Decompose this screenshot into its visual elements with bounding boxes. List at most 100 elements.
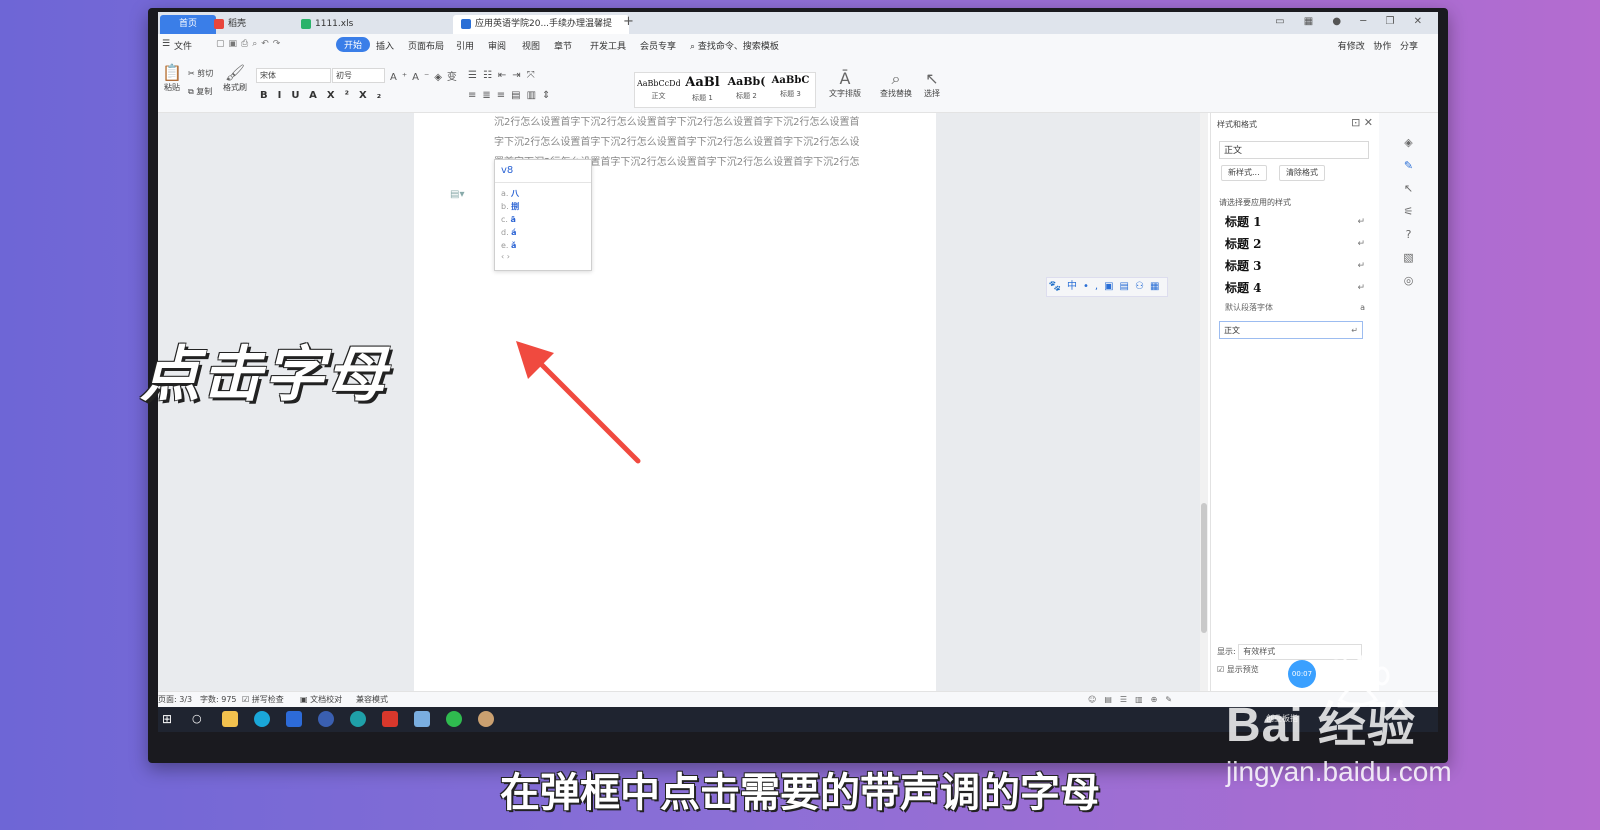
help-icon[interactable]: ?	[1379, 223, 1438, 246]
candidate-key: b.	[501, 202, 509, 211]
menu-review[interactable]: 审阅	[488, 39, 506, 52]
wechat-icon[interactable]	[446, 711, 462, 727]
close-icon[interactable]: ⊡ ✕	[1351, 116, 1373, 129]
tag-icon[interactable]: ◈	[1379, 131, 1438, 154]
scrollbar-thumb[interactable]	[1201, 503, 1207, 633]
word-count[interactable]: 字数: 975	[200, 692, 237, 708]
format-painter-button[interactable]: 🖌 格式刷	[222, 64, 248, 93]
ime-candidate-e[interactable]: e. ǎ	[495, 239, 591, 252]
share-button[interactable]: 分享	[1400, 42, 1418, 52]
image-icon[interactable]: ▧	[1379, 246, 1438, 269]
tab-docer[interactable]: 稻壳	[206, 15, 302, 34]
font-tools[interactable]: A⁺A⁻◈变	[390, 68, 462, 83]
ime-candidate-b[interactable]: b. 捌	[495, 200, 591, 213]
menu-view[interactable]: 视图	[522, 39, 540, 52]
style-item-h4[interactable]: 标题 4 ↵	[1219, 277, 1369, 299]
style-preview-text: AaBl	[685, 75, 720, 90]
menu-insert[interactable]: 插入	[376, 39, 394, 52]
text-layout-label: 文字排版	[829, 89, 861, 98]
avatar-icon[interactable]	[478, 711, 494, 727]
style-preview-label: 正文	[651, 92, 666, 100]
ime-status-toolbar[interactable]: 🐾中•,▣▤⚇▦	[1046, 277, 1168, 297]
edge-new-icon[interactable]	[350, 711, 366, 727]
browser-icon[interactable]	[254, 711, 270, 727]
align-tools[interactable]: ≡≣≡▤▥⇕	[468, 90, 556, 101]
sliders-icon[interactable]: ⚟	[1379, 200, 1438, 223]
find-replace-button[interactable]: ⌕ 查找替换	[876, 70, 916, 99]
preview-checkbox[interactable]: ☑	[1217, 665, 1224, 674]
document-line: 字下沉2行怎么设置首字下沉2行怎么设置首字下沉2行怎么设置首字下沉2行怎么设	[494, 137, 860, 148]
menu-chapter[interactable]: 章节	[554, 39, 572, 52]
ime-candidate-c[interactable]: c. ā	[495, 213, 591, 226]
text-layout-button[interactable]: Ā 文字排版	[826, 70, 864, 99]
cut-button[interactable]: ✂ 剪切	[188, 68, 220, 79]
step-caption: 点击字母	[140, 340, 388, 410]
char-style-icon: a	[1360, 303, 1365, 312]
doc-proof[interactable]: ▣ 文档校对	[300, 692, 342, 708]
menu-bar: ☰ 文件 ▢▣⎙⌕↶↷ 开始 插入 页面布局 引用 审阅 视图 章节 开发工具 …	[158, 34, 1438, 56]
view-mode-icons[interactable]: ☺▤☰▥⊕✎	[1088, 692, 1180, 708]
return-icon: ↵	[1351, 326, 1358, 335]
clear-format-button[interactable]: 清除格式	[1279, 165, 1325, 181]
ime-pager[interactable]: ‹ ›	[495, 252, 591, 261]
quick-access-icons[interactable]: ▢▣⎙⌕↶↷	[216, 39, 284, 49]
spreadsheet-icon	[301, 18, 311, 29]
spell-check[interactable]: ☑ 拼写检查	[242, 692, 284, 708]
hamburger-icon[interactable]: ☰	[162, 39, 170, 49]
paste-button[interactable]: 📋 粘贴	[160, 64, 184, 93]
paragraph-marker-icon[interactable]: ▤▾	[450, 189, 464, 200]
tab-document[interactable]: 应用英语学院20...手续办理温馨提示	[453, 15, 629, 48]
search-circle-icon[interactable]: ○	[192, 711, 208, 727]
current-style-select[interactable]: 正文	[1219, 141, 1369, 159]
style-item-default-font[interactable]: 默认段落字体 a	[1219, 299, 1369, 317]
copy-label: 复制	[196, 87, 213, 96]
modify-button[interactable]: 有修改	[1338, 42, 1365, 52]
font-family-select[interactable]: 宋体	[256, 68, 331, 83]
style-item-h1[interactable]: 标题 1 ↵	[1219, 211, 1369, 233]
select-button[interactable]: ↖ 选择	[918, 70, 946, 99]
copy-button[interactable]: ⧉ 复制	[188, 86, 220, 97]
char-format-buttons[interactable]: BIUAX²X₂	[260, 90, 391, 101]
new-tab-icon[interactable]: +	[623, 14, 634, 29]
menu-home[interactable]: 开始	[336, 37, 371, 52]
compat-mode: 兼容模式	[356, 695, 388, 704]
tab-spreadsheet-label: 1111.xls	[315, 19, 354, 29]
ime-candidate-d[interactable]: d. á	[495, 226, 591, 239]
menu-developer[interactable]: 开发工具	[590, 39, 626, 52]
document-scrollbar[interactable]	[1200, 113, 1208, 691]
menu-file[interactable]: 文件	[174, 39, 192, 52]
menu-member[interactable]: 会员专享	[640, 39, 676, 52]
font-size-select[interactable]: 初号	[332, 68, 385, 83]
style-preview-normal[interactable]: AaBbCcDd 正文	[637, 75, 680, 101]
style-gallery[interactable]: AaBbCcDd 正文 AaBl 标题 1 AaBb(标题 2 AaBbC 标题 3	[634, 72, 816, 108]
list-tools[interactable]: ☰☷⇤⇥⤧	[468, 70, 541, 81]
command-search[interactable]: ⌕ 查找命令、搜索模板	[690, 39, 779, 52]
style-preview-text: AaBb(	[727, 75, 766, 88]
skype-icon[interactable]	[318, 711, 334, 727]
style-preview-label: 标题 1	[692, 94, 713, 102]
wps-icon[interactable]	[382, 711, 398, 727]
style-item-h2[interactable]: 标题 2 ↵	[1219, 233, 1369, 255]
style-preview-h2[interactable]: AaBb(标题 2	[725, 75, 768, 101]
ime-candidate-a[interactable]: a. 八	[495, 187, 591, 200]
style-item-h3[interactable]: 标题 3 ↵	[1219, 255, 1369, 277]
file-explorer-icon[interactable]	[222, 711, 238, 727]
tab-spreadsheet[interactable]: 1111.xls	[293, 15, 459, 34]
style-preview-h1[interactable]: AaBl 标题 1	[681, 75, 724, 103]
new-style-button[interactable]: 新样式...	[1221, 165, 1267, 181]
document-page[interactable]: 沉2行怎么设置首字下沉2行怎么设置首字下沉2行怎么设置首字下沉2行怎么设置首 字…	[414, 113, 936, 691]
style-preview-h3[interactable]: AaBbC 标题 3	[769, 75, 812, 99]
windows-start-icon[interactable]: ⊞	[162, 711, 178, 727]
style-item-body[interactable]: 正文 ↵	[1219, 321, 1363, 339]
menu-layout[interactable]: 页面布局	[408, 39, 444, 52]
pointer-icon[interactable]: ↖	[1379, 177, 1438, 200]
edge-icon[interactable]	[286, 711, 302, 727]
style-item-label: 正文	[1224, 326, 1240, 335]
collaborate-button[interactable]: 协作	[1373, 42, 1391, 52]
app-icon[interactable]	[414, 711, 430, 727]
return-icon: ↵	[1357, 217, 1365, 227]
window-controls[interactable]: ▭ ▦ ● ─ ❐ ✕	[1275, 16, 1430, 27]
menu-references[interactable]: 引用	[456, 39, 474, 52]
pen-icon[interactable]: ✎	[1379, 154, 1438, 177]
location-icon[interactable]: ◎	[1379, 269, 1438, 292]
